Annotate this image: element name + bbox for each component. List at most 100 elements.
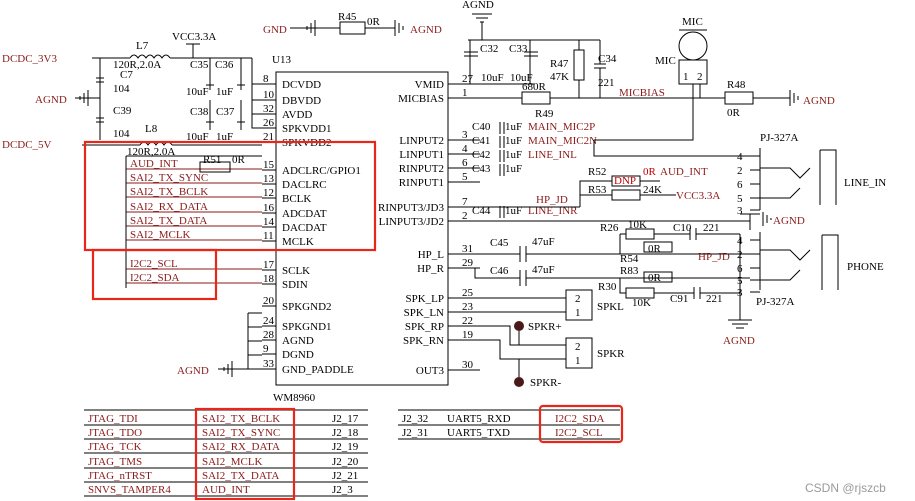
net-label: SAI2_TX_BCLK bbox=[130, 186, 208, 198]
left-net-labels: AUD_INT SAI2_TX_SYNC SAI2_TX_BCLK SAI2_RX_D… bbox=[126, 158, 262, 284]
table-cell-pin: J2_21 bbox=[332, 470, 358, 482]
chip-pin-number: 1 bbox=[462, 87, 468, 99]
table-cell-j2: J2_32 bbox=[402, 413, 428, 425]
r83-ref: R83 bbox=[620, 265, 639, 277]
chip-pin-number: 14 bbox=[263, 216, 275, 228]
c7-value: 104 bbox=[113, 83, 130, 95]
spkr-pin2: 2 bbox=[575, 341, 581, 353]
agnd-jack1: AGND bbox=[773, 215, 805, 227]
spkr-minus-label: SPKR- bbox=[530, 377, 562, 389]
table-cell-sai: SAI2_TX_SYNC bbox=[202, 427, 280, 439]
chip-pin-name: ADCDAT bbox=[282, 208, 327, 220]
jack1-label: LINE_IN bbox=[844, 177, 886, 189]
chip-pin-number: 13 bbox=[263, 173, 275, 185]
chip-pin-number: 19 bbox=[462, 329, 474, 341]
chip-pin-number: 17 bbox=[263, 259, 275, 271]
hp-jd-net: HP_JD bbox=[536, 194, 568, 206]
input-cap-ref: C43 bbox=[472, 163, 491, 175]
chip-pin-number: 5 bbox=[462, 171, 468, 183]
chip-pin-number: 6 bbox=[462, 157, 468, 169]
chip-pin-number: 30 bbox=[462, 359, 474, 371]
chip-pin-number: 3 bbox=[462, 129, 468, 141]
spkr-label: SPKR bbox=[597, 348, 625, 360]
r47-resistor bbox=[573, 49, 585, 81]
l7-ref: L7 bbox=[136, 40, 149, 52]
chip-pin-name: ADCLRC/GPIO1 bbox=[282, 165, 361, 177]
r47-value: 47K bbox=[550, 71, 569, 83]
r49-ref: R49 bbox=[535, 108, 554, 120]
table-cell-jtag: JTAG_TMS bbox=[88, 456, 142, 468]
table-cell-jtag: JTAG_nTRST bbox=[88, 470, 152, 482]
chip-pin-name: SDIN bbox=[282, 279, 308, 291]
r52-value: 0R bbox=[643, 166, 657, 178]
c46-value: 47uF bbox=[532, 264, 555, 276]
c35-ref: C35 bbox=[190, 59, 209, 71]
chip-pin-number: 7 bbox=[462, 196, 468, 208]
r30-value: 10K bbox=[632, 297, 651, 309]
r26-ref: R26 bbox=[600, 222, 619, 234]
chip-pin-name: RINPUT2 bbox=[399, 163, 444, 175]
gnd-top: GND bbox=[263, 24, 287, 36]
sai-highlight-box bbox=[83, 140, 377, 252]
r53-ref: R53 bbox=[588, 184, 607, 196]
agnd-top: AGND bbox=[410, 24, 442, 36]
input-cap-value: 1uF bbox=[505, 121, 522, 133]
jack-pin-number: 5 bbox=[737, 193, 743, 205]
chip-pin-name: SPK_RP bbox=[405, 321, 444, 333]
spkl-pin1: 1 bbox=[575, 307, 581, 319]
chip-pin-name: AVDD bbox=[282, 109, 312, 121]
c45-ref: C45 bbox=[490, 237, 509, 249]
spkr-plus-pad bbox=[514, 321, 524, 331]
jack1-pins: 4 2 6 53 bbox=[737, 151, 760, 217]
input-caps: C40 1uF MAIN_MIC2P C41 1uF MAIN_MIC2N C42 1uF LI… bbox=[472, 121, 597, 218]
chip-pin-number: 24 bbox=[263, 315, 275, 327]
table-cell-pin: J2_17 bbox=[332, 413, 359, 425]
table-cell-uart: UART5_RXD bbox=[447, 413, 511, 425]
net-label: SAI2_TX_DATA bbox=[130, 215, 207, 227]
net-label: SAI2_RX_DATA bbox=[130, 201, 208, 213]
chip-pin-number: 23 bbox=[462, 301, 474, 313]
r45-resistor bbox=[339, 21, 366, 35]
chip-pin-name: BCLK bbox=[282, 193, 311, 205]
c10-ref: C10 bbox=[673, 222, 692, 234]
chip-pin-number: 2 bbox=[462, 210, 468, 222]
r48-value: 0R bbox=[727, 107, 741, 119]
chip-pin-number: 29 bbox=[462, 257, 474, 269]
dcdc3v3-label: DCDC_3V3 bbox=[2, 53, 58, 65]
chip-pin-name: HP_L bbox=[418, 249, 445, 261]
r51-ref: R51 bbox=[203, 154, 221, 166]
pin-mapping-table: JTAG_TDI SAI2_TX_BCLK J2_17 JTAG_TDO SAI2_TX… bbox=[84, 404, 624, 501]
chip-pin-number: 15 bbox=[263, 159, 275, 171]
mic-label-top: MIC bbox=[682, 16, 703, 28]
r45-ref: R45 bbox=[338, 11, 357, 23]
chip-pin-name: DCVDD bbox=[282, 79, 321, 91]
r47-ref: R47 bbox=[550, 58, 569, 70]
chip-pin-name: MCLK bbox=[282, 236, 314, 248]
chip-pin-name: DGND bbox=[282, 349, 314, 361]
chip-pin-name: SPK_LP bbox=[405, 293, 444, 305]
jack2-ref: PJ-327A bbox=[756, 296, 795, 308]
table-cell-j2: J2_31 bbox=[402, 427, 428, 439]
c32-ref: C32 bbox=[480, 43, 498, 55]
table-cell-jtag: JTAG_TCK bbox=[88, 441, 142, 453]
jack-pin-number: 3 bbox=[737, 205, 743, 217]
chip-pin-number: 18 bbox=[263, 273, 275, 285]
c34-ref: C34 bbox=[598, 53, 617, 65]
chip-pin-number: 16 bbox=[263, 202, 275, 214]
input-cap-value: 1uF bbox=[505, 149, 522, 161]
input-net-label: MAIN_MIC2N bbox=[528, 135, 597, 147]
r48-ref: R48 bbox=[727, 79, 746, 91]
jack-pin-number: 2 bbox=[737, 165, 743, 177]
chip-pin-name: RINPUT1 bbox=[399, 177, 444, 189]
agnd-left: AGND bbox=[35, 94, 67, 106]
chip-pin-name: HP_R bbox=[417, 263, 445, 275]
spkr-pin1: 1 bbox=[575, 355, 581, 367]
table-cell-jtag: JTAG_TDO bbox=[88, 427, 142, 439]
chip-pin-name: AGND bbox=[282, 335, 314, 347]
vcc33a-top: VCC3.3A bbox=[172, 31, 216, 43]
jack-pin-number: 6 bbox=[737, 179, 743, 191]
r53-resistor bbox=[611, 189, 641, 201]
c39-ref: C39 bbox=[113, 105, 132, 117]
jack1-vcc: VCC3.3A bbox=[676, 190, 720, 202]
chip-pin-number: 9 bbox=[263, 343, 269, 355]
